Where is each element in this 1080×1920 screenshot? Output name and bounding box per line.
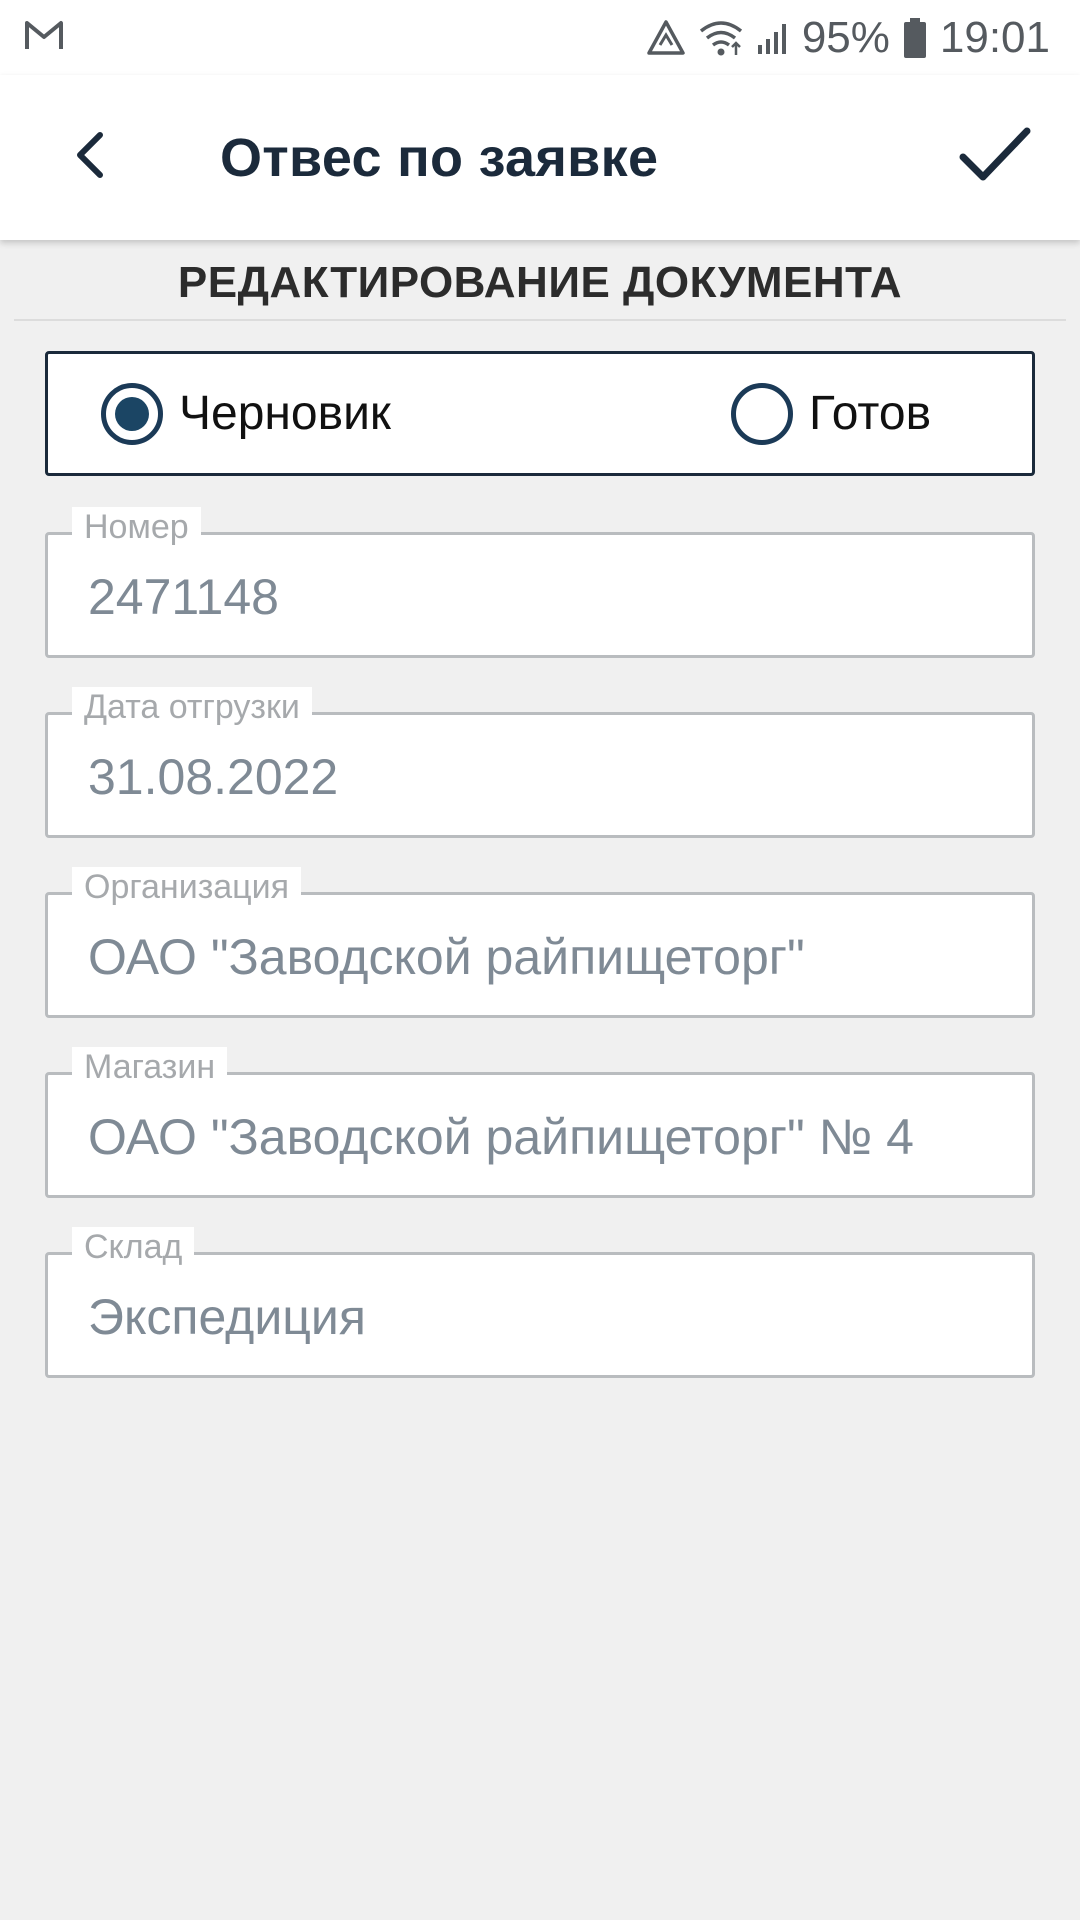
back-button[interactable]	[50, 120, 130, 195]
radio-checked-icon[interactable]	[101, 382, 163, 445]
shipment-date-field-label: Дата отгрузки	[72, 687, 312, 727]
warehouse-field-value: Экспедиция	[88, 1289, 366, 1345]
section-title: РЕДАКТИРОВАНИЕ ДОКУМЕНТА	[177, 258, 903, 307]
status-bar: 95% 19:01	[0, 0, 1080, 75]
warehouse-field[interactable]: Склад Экспедиция	[45, 1227, 1035, 1378]
radio-ready[interactable]: Готов	[731, 354, 931, 473]
organization-field-label: Организация	[72, 867, 302, 907]
radio-ready-label: Готов	[809, 387, 932, 440]
page-title: Отвес по заявке	[220, 128, 659, 188]
battery-icon	[902, 17, 928, 59]
organization-field[interactable]: Организация ОАО "Заводской райпищеторг"	[45, 867, 1035, 1018]
section-divider	[14, 319, 1066, 321]
store-field-value: ОАО "Заводской райпищеторг" № 4	[88, 1109, 914, 1165]
organization-field-value: ОАО "Заводской райпищеторг"	[88, 929, 805, 985]
chevron-left-icon	[70, 130, 110, 185]
document-status-group: Черновик Готов	[45, 351, 1035, 476]
radio-unchecked-icon[interactable]	[731, 382, 793, 445]
store-field[interactable]: Магазин ОАО "Заводской райпищеторг" № 4	[45, 1047, 1035, 1198]
store-field-label: Магазин	[72, 1047, 228, 1087]
wifi-icon	[698, 19, 744, 57]
app-bar: Отвес по заявке	[0, 75, 1080, 240]
gmail-icon	[24, 19, 64, 56]
number-field-label: Номер	[72, 507, 201, 547]
number-field-value: 2471148	[88, 569, 279, 625]
check-icon	[959, 125, 1031, 190]
cell-signal-icon	[756, 21, 790, 55]
clock: 19:01	[939, 12, 1050, 62]
warehouse-field-label: Склад	[72, 1227, 195, 1267]
shipment-date-field-value: 31.08.2022	[88, 749, 339, 805]
confirm-button[interactable]	[950, 115, 1040, 200]
radio-draft-label: Черновик	[179, 387, 391, 440]
radio-draft[interactable]: Черновик	[101, 354, 391, 473]
number-field[interactable]: Номер 2471148	[45, 507, 1035, 658]
battery-percent: 95%	[801, 12, 890, 62]
data-saver-icon	[646, 19, 686, 57]
shipment-date-field[interactable]: Дата отгрузки 31.08.2022	[45, 687, 1035, 838]
